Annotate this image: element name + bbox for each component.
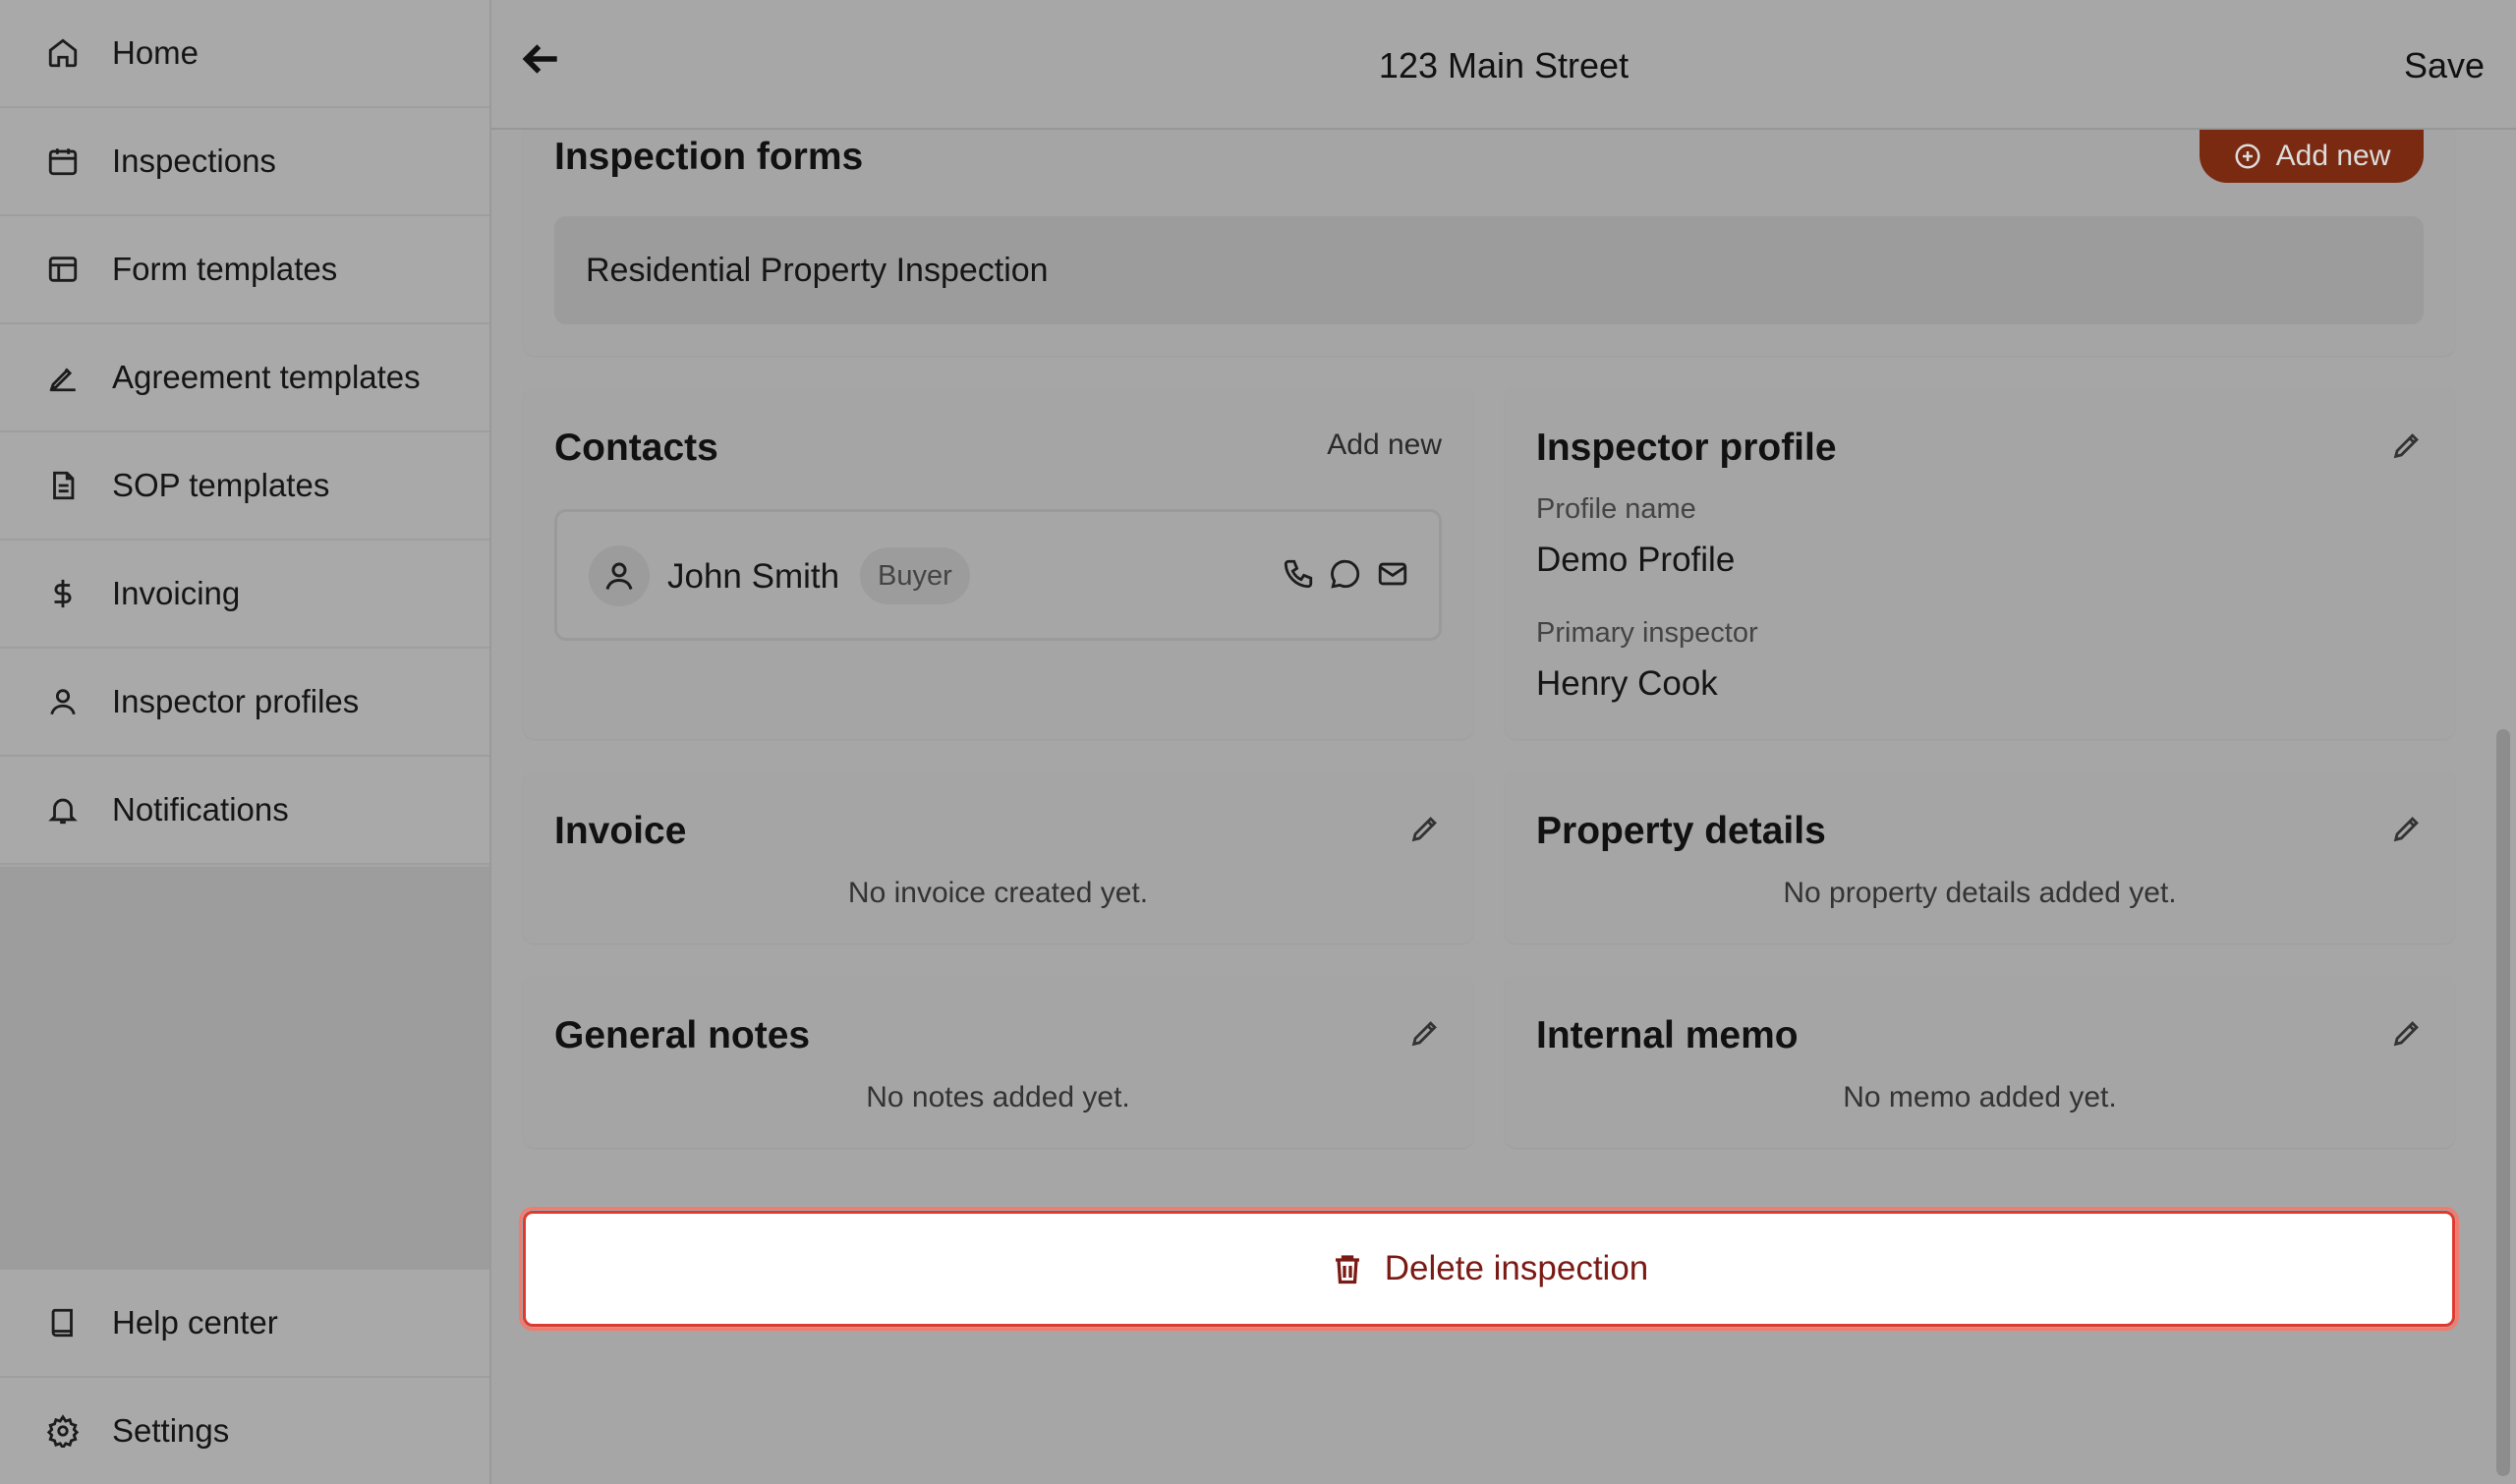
- general-notes-title: General notes: [554, 1014, 811, 1056]
- inspector-profile-card: Inspector profile Profile name Demo Prof…: [1505, 387, 2455, 739]
- sidebar-bottom-nav: Help center Settings: [0, 1268, 489, 1484]
- user-icon: [605, 562, 633, 590]
- message-icon[interactable]: [1329, 557, 1362, 591]
- sidebar-item-label: Notifications: [112, 791, 289, 828]
- sidebar-item-label: Inspector profiles: [112, 683, 360, 719]
- avatar: [589, 545, 650, 606]
- inspection-forms-title: Inspection forms: [554, 136, 864, 178]
- layout-icon: [45, 252, 81, 287]
- trash-icon: [1335, 1255, 1359, 1284]
- internal-memo-card: Internal memo No memo added yet.: [1505, 975, 2455, 1148]
- sidebar-item-invoicing[interactable]: Invoicing: [0, 541, 489, 649]
- invoice-empty-text: No invoice created yet.: [847, 877, 1149, 909]
- contact-actions: [1282, 557, 1409, 591]
- delete-inspection-label: Delete inspection: [1384, 1249, 1649, 1287]
- sidebar-item-label: SOP templates: [112, 467, 330, 503]
- sidebar: Home Inspections Form templates Agreemen…: [0, 0, 491, 1484]
- property-details-title: Property details: [1536, 810, 1826, 852]
- home-icon: [45, 35, 81, 71]
- document-icon: [45, 468, 81, 503]
- save-button[interactable]: Save: [2404, 45, 2485, 86]
- sidebar-item-label: Inspections: [112, 143, 276, 179]
- general-notes-empty-text: No notes added yet.: [866, 1081, 1130, 1113]
- invoice-card: Invoice No invoice created yet.: [523, 771, 1473, 943]
- sidebar-item-label: Help center: [112, 1304, 278, 1341]
- property-details-empty-text: No property details added yet.: [1783, 877, 2177, 909]
- sidebar-spacer: [0, 867, 489, 1268]
- sidebar-item-label: Settings: [112, 1412, 230, 1449]
- sidebar-item-inspector-profiles[interactable]: Inspector profiles: [0, 649, 489, 757]
- phone-icon[interactable]: [1282, 557, 1315, 591]
- edit-property-details-pencil-icon[interactable]: [2390, 812, 2426, 847]
- sidebar-item-label: Invoicing: [112, 575, 241, 611]
- inspector-profile-title: Inspector profile: [1536, 427, 1837, 469]
- mail-icon[interactable]: [1376, 557, 1409, 591]
- contact-role-badge: Buyer: [860, 547, 970, 604]
- sidebar-item-help-center[interactable]: Help center: [0, 1268, 489, 1376]
- sidebar-item-label: Form templates: [112, 251, 338, 287]
- dollar-icon: [45, 576, 81, 611]
- scrollbar[interactable]: [2496, 729, 2510, 1476]
- sidebar-item-agreement-templates[interactable]: Agreement templates: [0, 324, 489, 432]
- bell-icon: [45, 792, 81, 828]
- top-bar: 123 Main Street Save: [491, 0, 2516, 130]
- contact-name: John Smith: [667, 557, 840, 596]
- inspection-form-item[interactable]: Residential Property Inspection: [554, 216, 2424, 324]
- internal-memo-title: Internal memo: [1536, 1014, 1799, 1056]
- sidebar-item-label: Agreement templates: [112, 359, 421, 395]
- primary-inspector-label: Primary inspector: [1536, 617, 1758, 649]
- profile-name-label: Profile name: [1536, 493, 1696, 525]
- delete-inspection-button[interactable]: Delete inspection: [519, 1207, 2459, 1331]
- book-icon: [45, 1305, 81, 1341]
- primary-inspector-value: Henry Cook: [1536, 664, 1718, 703]
- contact-item[interactable]: John Smith Buyer: [554, 509, 1442, 641]
- add-inspection-form-label: Add new: [2275, 140, 2391, 172]
- add-inspection-form-button[interactable]: Add new: [2200, 130, 2424, 183]
- sidebar-nav: Home Inspections Form templates Agreemen…: [0, 0, 489, 865]
- contacts-title: Contacts: [554, 427, 718, 469]
- sidebar-item-sop-templates[interactable]: SOP templates: [0, 432, 489, 541]
- sidebar-item-form-templates[interactable]: Form templates: [0, 216, 489, 324]
- sidebar-item-notifications[interactable]: Notifications: [0, 757, 489, 865]
- plus-circle-icon: [2235, 143, 2260, 169]
- sidebar-item-home[interactable]: Home: [0, 0, 489, 108]
- edit-invoice-pencil-icon[interactable]: [1408, 812, 1444, 847]
- edit-inspector-profile-pencil-icon[interactable]: [2390, 428, 2426, 464]
- property-details-card: Property details No property details add…: [1505, 771, 2455, 943]
- edit-general-notes-pencil-icon[interactable]: [1408, 1016, 1444, 1052]
- profile-name-value: Demo Profile: [1536, 541, 1736, 579]
- sidebar-item-settings[interactable]: Settings: [0, 1376, 489, 1484]
- invoice-title: Invoice: [554, 810, 687, 852]
- sidebar-item-label: Home: [112, 34, 200, 71]
- general-notes-card: General notes No notes added yet.: [523, 975, 1473, 1148]
- inspection-forms-card: Inspection forms Add new Residential Pro…: [523, 130, 2455, 356]
- signature-icon: [45, 360, 81, 395]
- user-icon: [45, 684, 81, 719]
- sidebar-item-inspections[interactable]: Inspections: [0, 108, 489, 216]
- calendar-icon: [45, 143, 81, 179]
- internal-memo-empty-text: No memo added yet.: [1843, 1081, 2117, 1113]
- edit-internal-memo-pencil-icon[interactable]: [2390, 1016, 2426, 1052]
- gear-icon: [45, 1413, 81, 1449]
- add-contact-button[interactable]: Add new: [1327, 428, 1442, 462]
- contacts-card: Contacts Add new John Smith Buyer: [523, 387, 1473, 739]
- page-title: 123 Main Street: [1378, 45, 1630, 86]
